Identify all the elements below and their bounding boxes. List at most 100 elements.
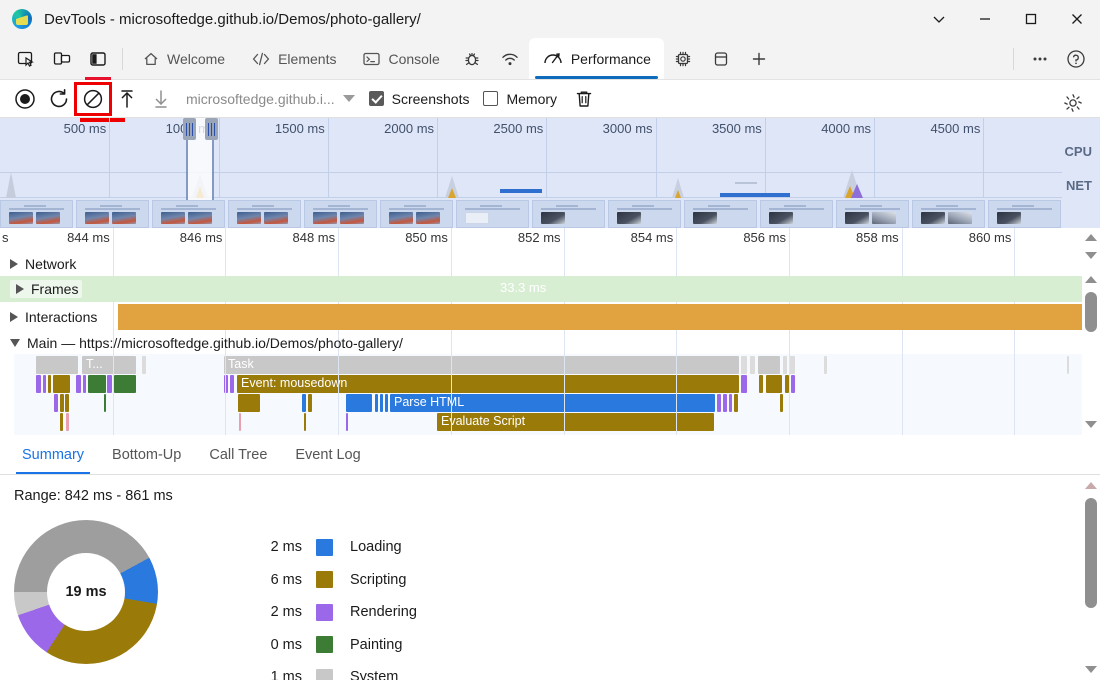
selection-handle-left[interactable]: [183, 118, 196, 140]
flame-gridline: [564, 354, 565, 435]
legend-name: Painting: [350, 637, 402, 653]
expand-triangle-icon[interactable]: [16, 284, 24, 294]
detail-tick-label: 854 ms: [631, 230, 674, 245]
tab-call-tree[interactable]: Call Tree: [195, 435, 281, 474]
toolbar-divider: [122, 48, 123, 70]
track-network[interactable]: Network: [0, 252, 1082, 276]
activity-legend: 2 msLoading6 msScripting2 msRendering0 m…: [250, 531, 417, 680]
capture-settings-button[interactable]: [1056, 88, 1090, 118]
legend-row[interactable]: 2 msLoading: [250, 531, 417, 564]
legend-color-swatch: [316, 604, 333, 621]
maximize-icon[interactable]: [1008, 0, 1054, 38]
detail-tick-label: 846 ms: [180, 230, 223, 245]
tab-event-log[interactable]: Event Log: [281, 435, 374, 474]
flame-chart[interactable]: T... Task Event: mousedown: [14, 354, 1082, 435]
legend-name: System: [350, 669, 398, 680]
detail-scrollbar[interactable]: [1082, 228, 1100, 435]
collapse-triangle-icon[interactable]: [10, 339, 20, 347]
track-frames[interactable]: Frames 33.3 ms: [0, 276, 1082, 302]
tab-application[interactable]: [702, 38, 740, 79]
legend-value: 2 ms: [250, 604, 302, 620]
filmstrip-frame[interactable]: [532, 200, 605, 228]
scroll-up-arrow[interactable]: [1082, 228, 1100, 246]
device-emulation-icon[interactable]: [44, 42, 80, 76]
filmstrip-frame[interactable]: [836, 200, 909, 228]
filmstrip-frame[interactable]: [380, 200, 453, 228]
scroll-down-arrow[interactable]: [1082, 246, 1100, 264]
filmstrip-frame[interactable]: [456, 200, 529, 228]
help-icon[interactable]: [1058, 42, 1094, 76]
filmstrip-frame[interactable]: [912, 200, 985, 228]
interaction-bar[interactable]: [118, 304, 1082, 330]
filmstrip-frame[interactable]: [608, 200, 681, 228]
filmstrip-frame[interactable]: [988, 200, 1061, 228]
memory-label: Memory: [506, 91, 557, 107]
record-button[interactable]: [8, 84, 42, 114]
track-header: Frames: [0, 280, 82, 298]
legend-name: Loading: [350, 539, 402, 555]
tab-elements[interactable]: Elements: [238, 38, 349, 79]
tab-performance[interactable]: Performance: [529, 38, 664, 79]
filmstrip-frame[interactable]: [0, 200, 73, 228]
filmstrip-frame[interactable]: [304, 200, 377, 228]
track-main[interactable]: Main — https://microsoftedge.github.io/D…: [0, 332, 1082, 354]
clear-recording-button[interactable]: [76, 84, 110, 114]
collect-garbage-button[interactable]: [567, 84, 601, 114]
detail-tick-label: 844 ms: [67, 230, 110, 245]
plus-icon: [749, 49, 769, 69]
add-panel-button[interactable]: [740, 38, 778, 79]
track-label: Network: [25, 256, 76, 272]
dock-side-icon[interactable]: [80, 42, 116, 76]
activity-donut-chart[interactable]: 19 ms: [14, 520, 158, 664]
more-tools-icon[interactable]: [1022, 42, 1058, 76]
screenshots-checkbox[interactable]: Screenshots: [369, 91, 470, 107]
screenshot-filmstrip[interactable]: [0, 200, 1100, 228]
scrollbar-thumb[interactable]: [1085, 498, 1097, 608]
load-profile-icon[interactable]: [110, 84, 144, 114]
timeline-overview[interactable]: 500 ms1000 ms1500 ms2000 ms2500 ms3000 m…: [0, 118, 1100, 228]
profile-url-dropdown[interactable]: microsoftedge.github.i...: [186, 91, 355, 107]
legend-row[interactable]: 2 msRendering: [250, 596, 417, 629]
filmstrip-frame[interactable]: [76, 200, 149, 228]
minimize-icon[interactable]: [962, 0, 1008, 38]
track-label: Main — https://microsoftedge.github.io/D…: [27, 335, 403, 351]
close-icon[interactable]: [1054, 0, 1100, 38]
scroll-down-arrow-2[interactable]: [1082, 415, 1100, 433]
scroll-down-arrow[interactable]: [1082, 660, 1100, 678]
legend-row[interactable]: 0 msPainting: [250, 629, 417, 662]
window-controls: [916, 0, 1100, 38]
memory-checkbox[interactable]: Memory: [483, 91, 557, 107]
record-reload-button[interactable]: [42, 84, 76, 114]
checkbox-box: [369, 91, 384, 106]
flame-event-label: T...: [86, 357, 103, 371]
expand-triangle-icon[interactable]: [10, 259, 18, 269]
legend-row[interactable]: 6 msScripting: [250, 564, 417, 597]
legend-row[interactable]: 1 msSystem: [250, 661, 417, 680]
tab-memory[interactable]: [664, 38, 702, 79]
overview-tick-label: 1500 ms: [275, 121, 325, 136]
chevron-down-icon[interactable]: [916, 0, 962, 38]
inspect-element-icon[interactable]: [8, 42, 44, 76]
tab-bottom-up[interactable]: Bottom-Up: [98, 435, 195, 474]
filmstrip-frame[interactable]: [684, 200, 757, 228]
tab-welcome[interactable]: Welcome: [129, 38, 238, 79]
selection-handle-right[interactable]: [205, 118, 218, 140]
save-profile-icon[interactable]: [144, 84, 178, 114]
flame-gridline: [451, 354, 452, 435]
track-header: Interactions: [0, 309, 103, 325]
filmstrip-frame[interactable]: [760, 200, 833, 228]
tab-summary[interactable]: Summary: [8, 435, 98, 474]
scroll-up-arrow-2[interactable]: [1082, 270, 1100, 288]
tab-console[interactable]: Console: [349, 38, 452, 79]
scroll-up-arrow[interactable]: [1082, 476, 1100, 494]
expand-triangle-icon[interactable]: [10, 312, 18, 322]
filmstrip-frame[interactable]: [228, 200, 301, 228]
filmstrip-frame[interactable]: [152, 200, 225, 228]
tab-debugger[interactable]: [453, 38, 491, 79]
scrollbar-thumb[interactable]: [1085, 292, 1097, 332]
edge-logo-icon: [12, 9, 32, 29]
flame-event-label: Evaluate Script: [441, 414, 525, 428]
tab-network[interactable]: [491, 38, 529, 79]
track-interactions[interactable]: Interactions: [0, 304, 1082, 330]
summary-scrollbar[interactable]: [1082, 476, 1100, 680]
